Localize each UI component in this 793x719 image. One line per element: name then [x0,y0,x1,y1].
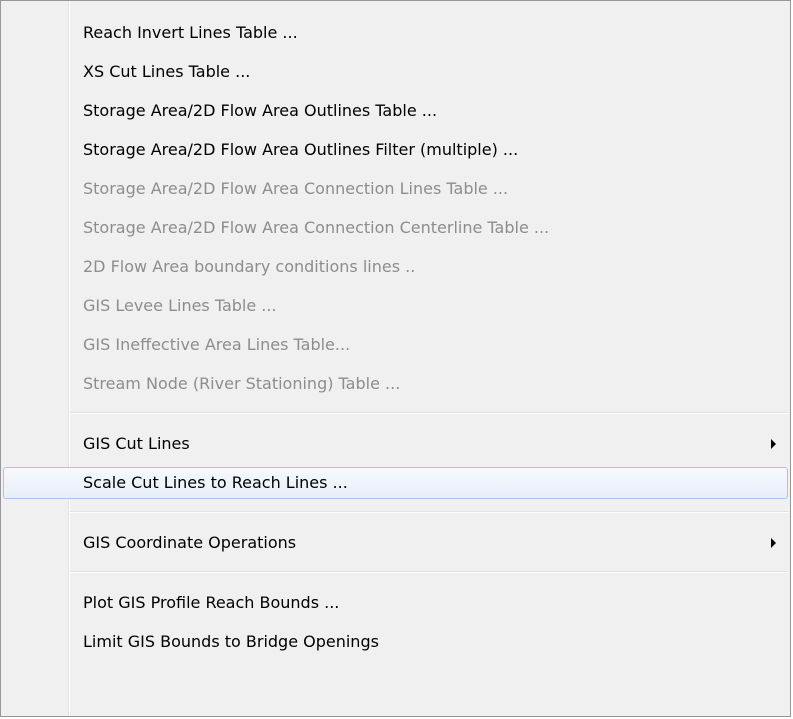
menu-item-limit-gis-bounds-bridge-openings[interactable]: Limit GIS Bounds to Bridge Openings [3,626,788,658]
menu-item-2d-boundary-conditions-lines: 2D Flow Area boundary conditions lines .… [83,257,416,276]
menu-item-gis-levee-lines-table: GIS Levee Lines Table ... [83,296,277,315]
menu-item-scale-cut-lines[interactable]: Scale Cut Lines to Reach Lines ... [3,467,788,499]
menu-separator [70,412,788,414]
menu-item-label: GIS Cut Lines [83,434,190,453]
context-menu: Reach Invert Lines Table ... XS Cut Line… [0,0,791,717]
menu-item-gis-coordinate-operations[interactable]: GIS Coordinate Operations [3,527,788,559]
menu-separator [70,511,788,513]
menu-item-plot-gis-profile-reach-bounds[interactable]: Plot GIS Profile Reach Bounds ... [3,587,788,619]
menu-item-label: GIS Coordinate Operations [83,533,297,552]
menu-item-connection-centerline-table: Storage Area/2D Flow Area Connection Cen… [83,218,550,237]
menu-item-storage-area-outlines-table[interactable]: Storage Area/2D Flow Area Outlines Table… [3,95,788,127]
menu-item-xs-cut-lines-table[interactable]: XS Cut Lines Table ... [3,56,788,88]
menu-item-stream-node-table: Stream Node (River Stationing) Table ... [83,374,401,393]
menu-separator [70,571,788,573]
menu-item-gis-cut-lines[interactable]: GIS Cut Lines [3,428,788,460]
menu-item-storage-area-outlines-filter[interactable]: Storage Area/2D Flow Area Outlines Filte… [3,134,788,166]
menu-item-gis-ineffective-area-lines-table: GIS Ineffective Area Lines Table... [83,335,351,354]
menu-item-connection-lines-table: Storage Area/2D Flow Area Connection Lin… [83,179,509,198]
triangle-right-icon [771,439,776,449]
triangle-right-icon [771,538,776,548]
menu-item-reach-invert-lines-table[interactable]: Reach Invert Lines Table ... [3,17,788,49]
